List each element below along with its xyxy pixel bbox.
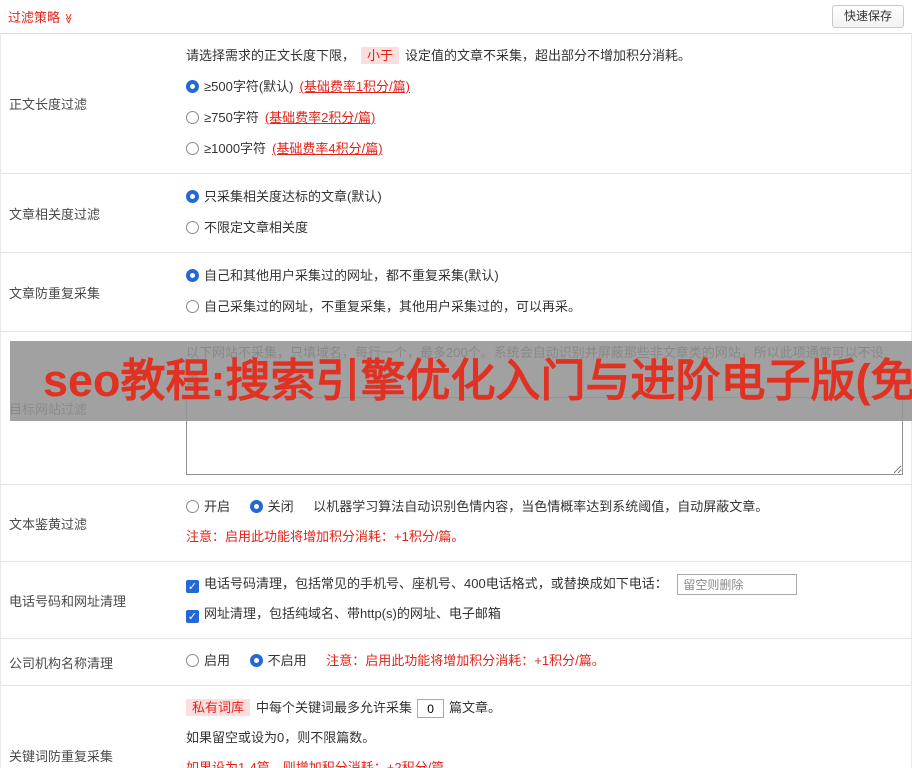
intro-post-text: 设定值的文章不采集，超出部分不增加积分消耗。 xyxy=(405,48,692,63)
keyword-count-input[interactable] xyxy=(417,699,445,719)
length-option-750-label: ≥750字符 xyxy=(204,110,259,125)
url-cleanup-option[interactable]: 网址清理，包括纯域名、带http(s)的网址、电子邮箱 xyxy=(186,606,501,623)
porn-filter-label: 文本鉴黄过滤 xyxy=(9,516,88,532)
length-option-1000[interactable]: ≥1000字符 (基础费率4积分/篇) xyxy=(186,133,903,164)
checkbox-phone-cleanup[interactable] xyxy=(186,580,199,593)
phone-url-label: 电话号码和网址清理 xyxy=(9,593,127,609)
length-option-500[interactable]: ≥500字符(默认) (基础费率1积分/篇) xyxy=(186,71,903,102)
radio-porn-off[interactable] xyxy=(249,500,263,513)
radio-porn-on[interactable] xyxy=(186,500,199,513)
keyword-dedup-label: 关键词防重复采集 xyxy=(9,748,114,764)
content-length-intro: 请选择需求的正文长度下限， 小于 设定值的文章不采集，超出部分不增加积分消耗。 xyxy=(186,41,903,71)
relevance-option-any[interactable]: 不限定文章相关度 xyxy=(186,212,903,243)
length-option-500-label: ≥500字符(默认) xyxy=(204,79,294,94)
porn-filter-description: 以机器学习算法自动识别色情内容，当色情概率达到系统阈值，自动屏蔽文章。 xyxy=(313,499,769,514)
row-phone-url-cleanup: 电话号码和网址清理 电话号码清理，包括常见的手机号、座机号、400电话格式，或替… xyxy=(1,562,911,639)
radio-500[interactable] xyxy=(186,80,199,93)
phone-cleanup-option[interactable]: 电话号码清理，包括常见的手机号、座机号、400电话格式，或替换成如下电话： xyxy=(186,576,671,593)
relevance-option-strict[interactable]: 只采集相关度达标的文章(默认) xyxy=(186,181,903,212)
row-company-cleanup: 公司机构名称清理 启用 不启用 注意：启用此功能将增加积分消耗：+1积分/篇。 xyxy=(1,639,911,686)
radio-1000[interactable] xyxy=(186,142,199,155)
dedup-option-self-label: 自己采集过的网址，不重复采集，其他用户采集过的，可以再采。 xyxy=(204,299,582,314)
private-lexicon-highlight: 私有词库 xyxy=(186,699,251,716)
company-option-off[interactable]: 不启用 xyxy=(249,653,311,668)
company-cleanup-label: 公司机构名称清理 xyxy=(9,655,114,671)
company-option-on[interactable]: 启用 xyxy=(186,653,234,668)
length-option-1000-label: ≥1000字符 xyxy=(204,141,267,156)
porn-filter-off-label: 关闭 xyxy=(267,499,294,514)
dedup-option-global-label: 自己和其他用户采集过的网址，都不重复采集(默认) xyxy=(204,268,499,283)
page-title[interactable]: 过滤策略 ≫ xyxy=(8,7,74,26)
phone-cleanup-label: 电话号码清理，包括常见的手机号、座机号、400电话格式，或替换成如下电话： xyxy=(204,576,668,591)
chevron-down-icon: ≫ xyxy=(62,13,74,24)
quick-save-button[interactable]: 快速保存 xyxy=(831,5,904,28)
radio-relevance-any[interactable] xyxy=(186,221,199,234)
company-cleanup-warning: 注意：启用此功能将增加积分消耗：+1积分/篇。 xyxy=(326,653,605,668)
porn-filter-option-off[interactable]: 关闭 xyxy=(249,499,298,514)
content-length-label: 正文长度过滤 xyxy=(9,97,88,112)
intro-pre-text: 请选择需求的正文长度下限， xyxy=(186,48,356,63)
keyword-note-unlimited: 如果留空或设为0，则不限篇数。 xyxy=(186,730,376,745)
keyword-limit-line: 私有词库中每个关键词最多允许采集 篇文章。 xyxy=(186,693,903,723)
row-porn-filter: 文本鉴黄过滤 开启 关闭 以机器学习算法自动识别色情内容，当色情概率达到系统阈值… xyxy=(1,485,911,562)
radio-company-on[interactable] xyxy=(186,654,199,667)
length-option-750-fee: (基础费率2积分/篇) xyxy=(264,110,376,125)
length-option-1000-fee: (基础费率4积分/篇) xyxy=(272,141,383,156)
row-relevance-filter: 文章相关度过滤 只采集相关度达标的文章(默认) 不限定文章相关度 xyxy=(1,174,911,253)
radio-company-off[interactable] xyxy=(249,654,263,667)
watermark-overlay: seo教程:搜索引擎优化入门与进阶电子版(免 xyxy=(10,341,912,421)
dedup-label: 文章防重复采集 xyxy=(9,285,101,301)
row-content-length-filter: 正文长度过滤 请选择需求的正文长度下限， 小于 设定值的文章不采集，超出部分不增加积… xyxy=(1,34,911,174)
porn-filter-on-label: 开启 xyxy=(204,499,231,514)
radio-dedup-global[interactable] xyxy=(186,269,199,282)
url-cleanup-label: 网址清理，包括纯域名、带http(s)的网址、电子邮箱 xyxy=(204,606,501,621)
company-off-label: 不启用 xyxy=(267,653,307,668)
radio-relevance-strict[interactable] xyxy=(186,190,199,203)
relevance-option-strict-label: 只采集相关度达标的文章(默认) xyxy=(204,189,382,204)
page-header: 过滤策略 ≫ 快速保存 xyxy=(0,0,912,33)
porn-filter-warning: 注意：启用此功能将增加积分消耗：+1积分/篇。 xyxy=(186,529,465,544)
less-than-highlight: 小于 xyxy=(361,47,400,64)
company-on-label: 启用 xyxy=(204,653,231,668)
row-dedup-filter: 文章防重复采集 自己和其他用户采集过的网址，都不重复采集(默认) 自己采集过的网… xyxy=(1,253,911,332)
keyword-limit-text: 中每个关键词最多允许采集 xyxy=(256,700,413,715)
replacement-phone-input[interactable] xyxy=(677,574,798,596)
dedup-option-self[interactable]: 自己采集过的网址，不重复采集，其他用户采集过的，可以再采。 xyxy=(186,291,903,322)
relevance-label: 文章相关度过滤 xyxy=(9,206,101,222)
radio-dedup-self[interactable] xyxy=(186,300,199,313)
radio-750[interactable] xyxy=(186,111,199,124)
page-title-text: 过滤策略 xyxy=(8,10,61,25)
porn-filter-option-on[interactable]: 开启 xyxy=(186,499,234,514)
relevance-option-any-label: 不限定文章相关度 xyxy=(204,220,309,235)
keyword-note-cost: 如果设为1-4篇，则增加积分消耗：+2积分/篇。 xyxy=(186,760,458,768)
length-option-750[interactable]: ≥750字符 (基础费率2积分/篇) xyxy=(186,102,903,133)
length-option-500-fee: (基础费率1积分/篇) xyxy=(299,79,410,94)
keyword-limit-suffix: 篇文章。 xyxy=(449,700,502,715)
checkbox-url-cleanup[interactable] xyxy=(186,610,199,623)
watermark-text: seo教程:搜索引擎优化入门与进阶电子版(免 xyxy=(43,355,912,406)
row-keyword-dedup: 关键词防重复采集 私有词库中每个关键词最多允许采集 篇文章。 如果留空或设为0，则… xyxy=(1,686,911,768)
dedup-option-global[interactable]: 自己和其他用户采集过的网址，都不重复采集(默认) xyxy=(186,260,903,291)
